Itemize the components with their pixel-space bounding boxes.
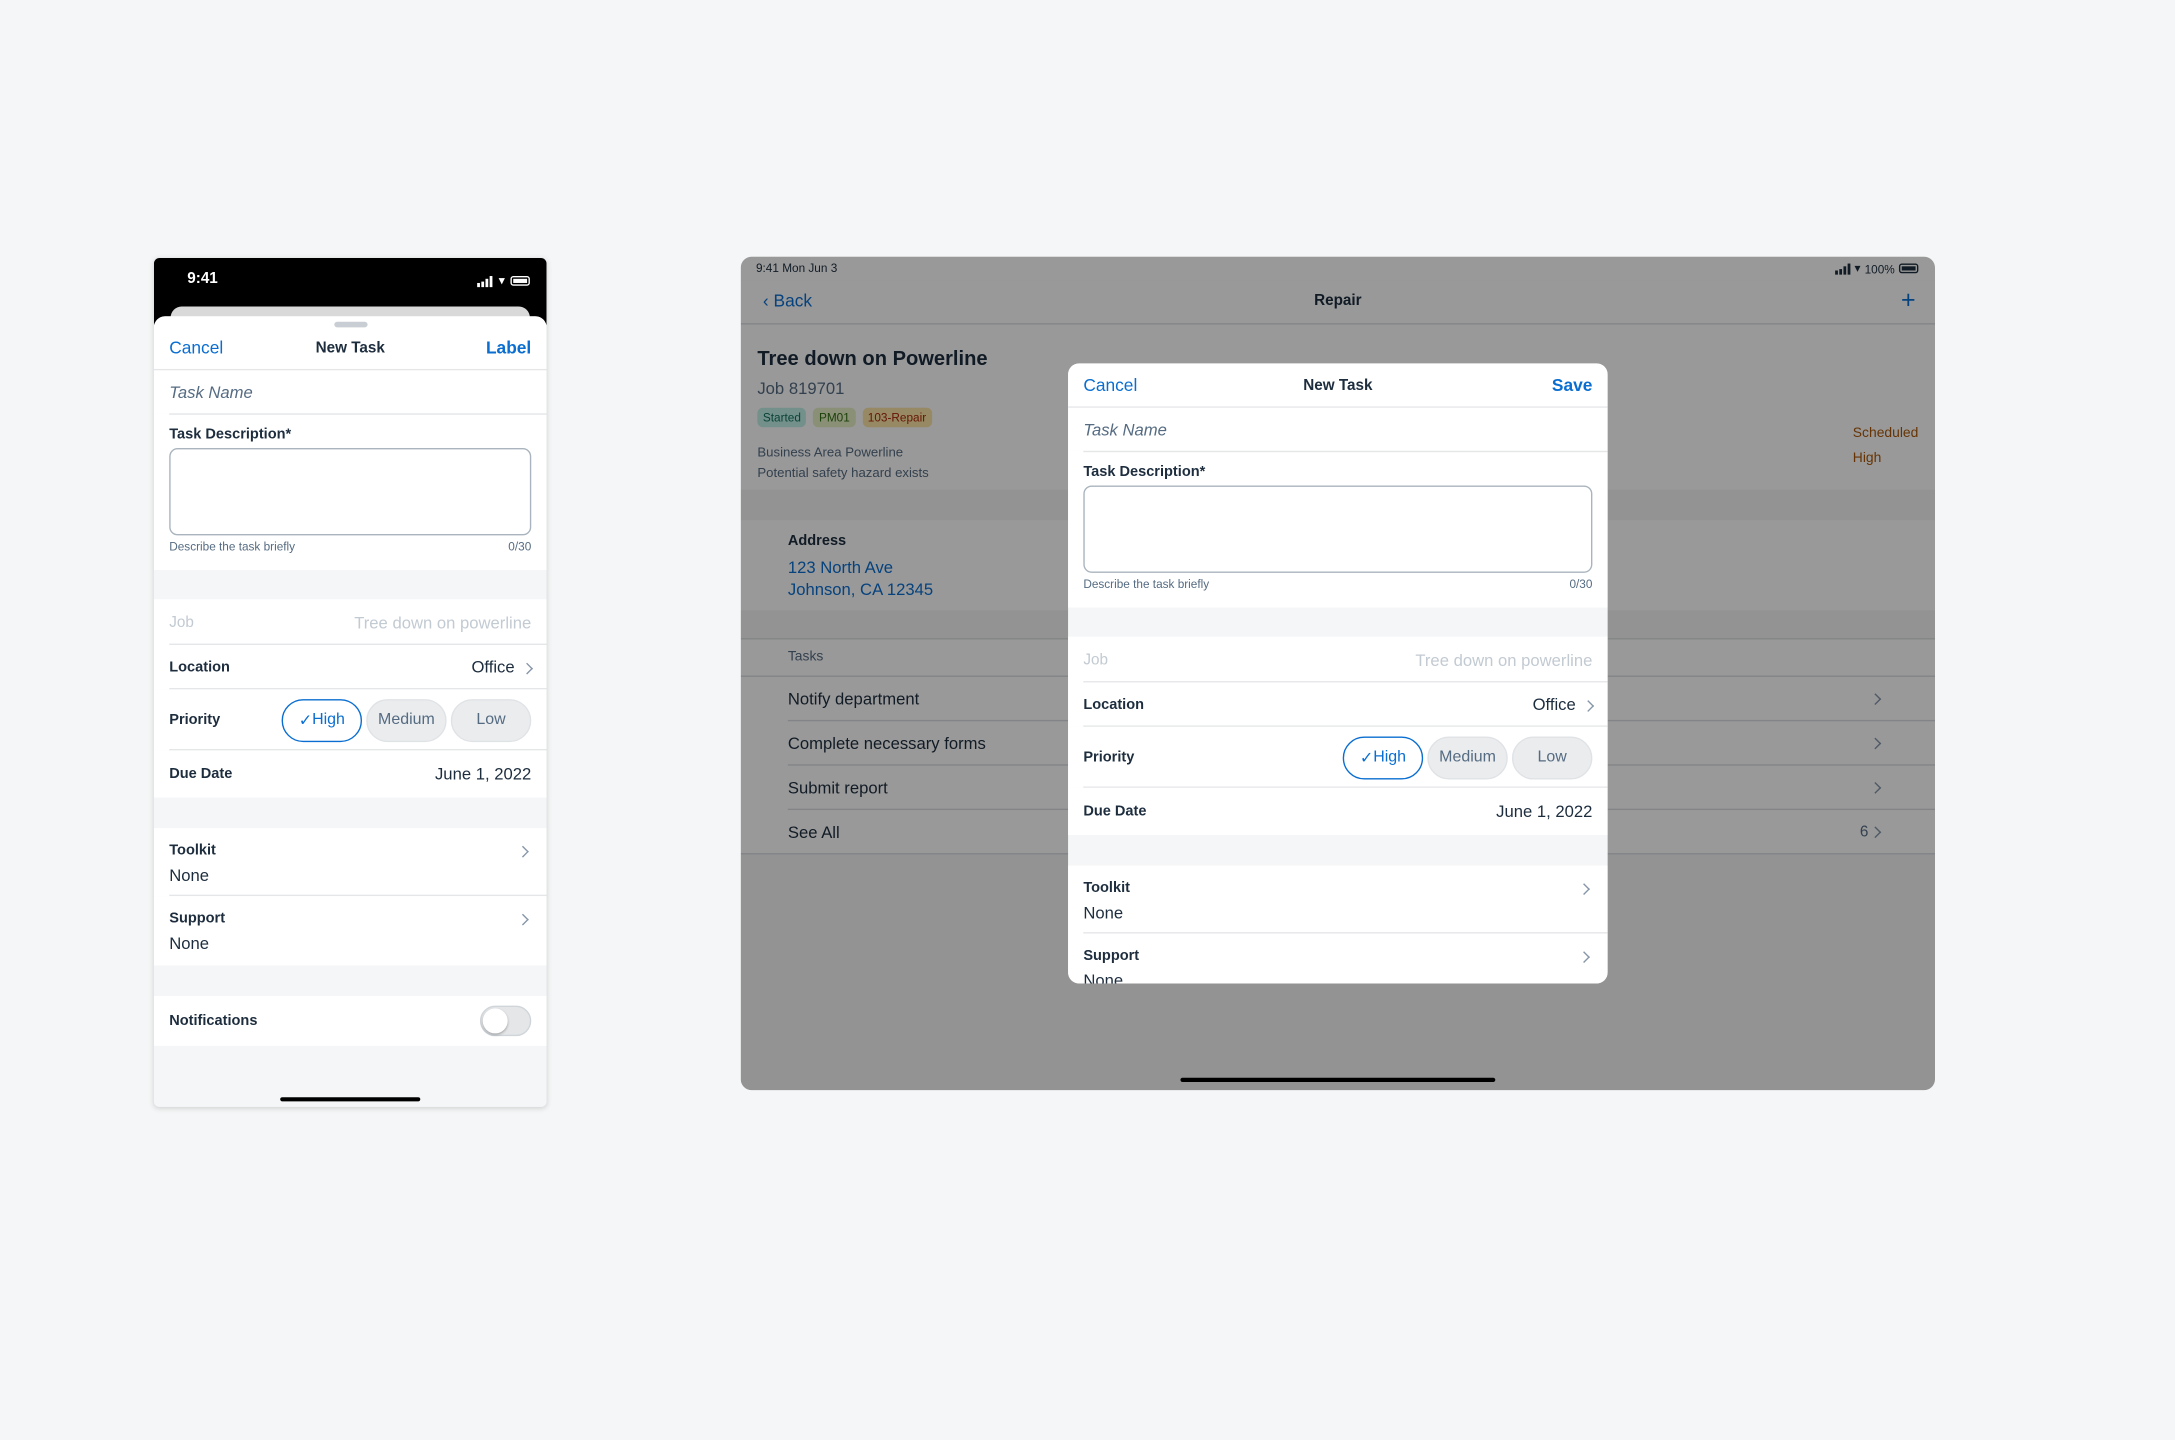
- home-indicator: [1180, 1077, 1496, 1082]
- save-button[interactable]: Save: [1552, 376, 1593, 395]
- location-row[interactable]: Location Office: [1068, 682, 1608, 727]
- location-label: Location: [169, 658, 230, 676]
- priority-segmented-control: ✓ High Medium Low: [1342, 735, 1593, 779]
- toolkit-value: None: [169, 865, 210, 885]
- task-description-counter: 0/30: [1569, 577, 1593, 591]
- task-description-helper: Describe the task briefly: [169, 539, 296, 554]
- job-label: Job: [1083, 651, 1108, 668]
- priority-high-button[interactable]: ✓ High: [281, 698, 363, 742]
- checkmark-icon: ✓: [1359, 750, 1374, 768]
- toolkit-value: None: [1083, 903, 1124, 923]
- modal-nav-bar: Cancel New Task Save: [1068, 363, 1608, 408]
- label-button[interactable]: Label: [486, 338, 531, 357]
- location-value: Office: [1532, 694, 1576, 715]
- due-date-label: Due Date: [1083, 803, 1147, 820]
- task-description-input[interactable]: [169, 448, 532, 536]
- notifications-row: Notifications: [153, 995, 547, 1046]
- priority-medium-button[interactable]: Medium: [366, 698, 447, 742]
- checkmark-icon: ✓: [298, 712, 313, 730]
- notifications-toggle[interactable]: [479, 1005, 532, 1037]
- toolkit-row[interactable]: Toolkit None: [1068, 865, 1608, 934]
- task-description-label: Task Description*: [1083, 463, 1206, 480]
- priority-high-button[interactable]: ✓ High: [1342, 735, 1424, 779]
- due-date-label: Due Date: [169, 765, 233, 783]
- task-description-helper: Describe the task briefly: [1083, 577, 1210, 591]
- priority-row: Priority ✓ High Medium Low: [153, 689, 547, 751]
- due-date-row[interactable]: Due Date June 1, 2022: [153, 750, 547, 798]
- priority-low-button[interactable]: Low: [1511, 735, 1593, 779]
- priority-low-button[interactable]: Low: [450, 698, 532, 742]
- toolkit-label: Toolkit: [169, 841, 216, 859]
- priority-label: Priority: [1083, 749, 1135, 766]
- new-task-sheet: Cancel New Task Label Task Name Task Des…: [153, 316, 547, 1107]
- due-date-value: June 1, 2022: [434, 764, 532, 784]
- home-indicator: [280, 1097, 421, 1102]
- wifi-icon: ▾: [498, 273, 505, 288]
- support-label: Support: [169, 909, 226, 927]
- priority-label: Priority: [169, 711, 221, 729]
- toolkit-label: Toolkit: [1083, 879, 1130, 897]
- sheet-grabber[interactable]: [334, 321, 368, 328]
- new-task-modal: Cancel New Task Save Task Name Task Desc…: [1068, 363, 1608, 984]
- chevron-right-icon: [1582, 700, 1595, 712]
- support-label: Support: [1083, 947, 1140, 965]
- job-value: Tree down on powerline: [1415, 649, 1593, 670]
- cellular-signal-icon: [477, 275, 494, 287]
- task-name-input[interactable]: Task Name: [1068, 407, 1608, 451]
- task-description-input[interactable]: [1083, 485, 1593, 573]
- due-date-row[interactable]: Due Date June 1, 2022: [1068, 787, 1608, 836]
- support-row[interactable]: Support None: [1068, 933, 1608, 984]
- priority-row: Priority ✓ High Medium Low: [1068, 726, 1608, 788]
- support-value: None: [1083, 970, 1124, 984]
- location-value: Office: [471, 657, 515, 677]
- notifications-label: Notifications: [169, 1012, 258, 1030]
- task-description-field: Task Description* Describe the task brie…: [1068, 450, 1608, 608]
- modal-title: New Task: [1303, 377, 1373, 394]
- status-bar: 9:41 ▾: [153, 258, 547, 335]
- location-label: Location: [1083, 696, 1145, 713]
- toolkit-row[interactable]: Toolkit None: [153, 828, 547, 897]
- job-label: Job: [169, 613, 194, 631]
- priority-segmented-control: ✓ High Medium Low: [281, 698, 532, 742]
- location-row[interactable]: Location Office: [153, 645, 547, 690]
- job-row: Job Tree down on powerline: [153, 599, 547, 646]
- phone-screen: 9:41 ▾ Cancel New Task Label Task Name T…: [153, 258, 547, 1107]
- job-row: Job Tree down on powerline: [1068, 636, 1608, 683]
- chevron-right-icon: [521, 662, 533, 675]
- task-description-label: Task Description*: [169, 425, 292, 443]
- task-description-field: Task Description* Describe the task brie…: [153, 413, 547, 571]
- job-value: Tree down on powerline: [354, 612, 532, 632]
- priority-medium-button[interactable]: Medium: [1427, 735, 1508, 779]
- battery-icon: [510, 276, 530, 286]
- due-date-value: June 1, 2022: [1496, 801, 1593, 822]
- sheet-nav-bar: Cancel New Task Label: [153, 316, 547, 371]
- status-time: 9:41: [187, 270, 218, 288]
- support-row[interactable]: Support None: [153, 896, 547, 966]
- task-description-counter: 0/30: [508, 539, 532, 554]
- task-name-input[interactable]: Task Name: [153, 370, 547, 414]
- support-value: None: [169, 933, 210, 953]
- tablet-screen: 9:41 Mon Jun 3 ▾ 100% ‹ Back Repair + Tr…: [740, 256, 1936, 1091]
